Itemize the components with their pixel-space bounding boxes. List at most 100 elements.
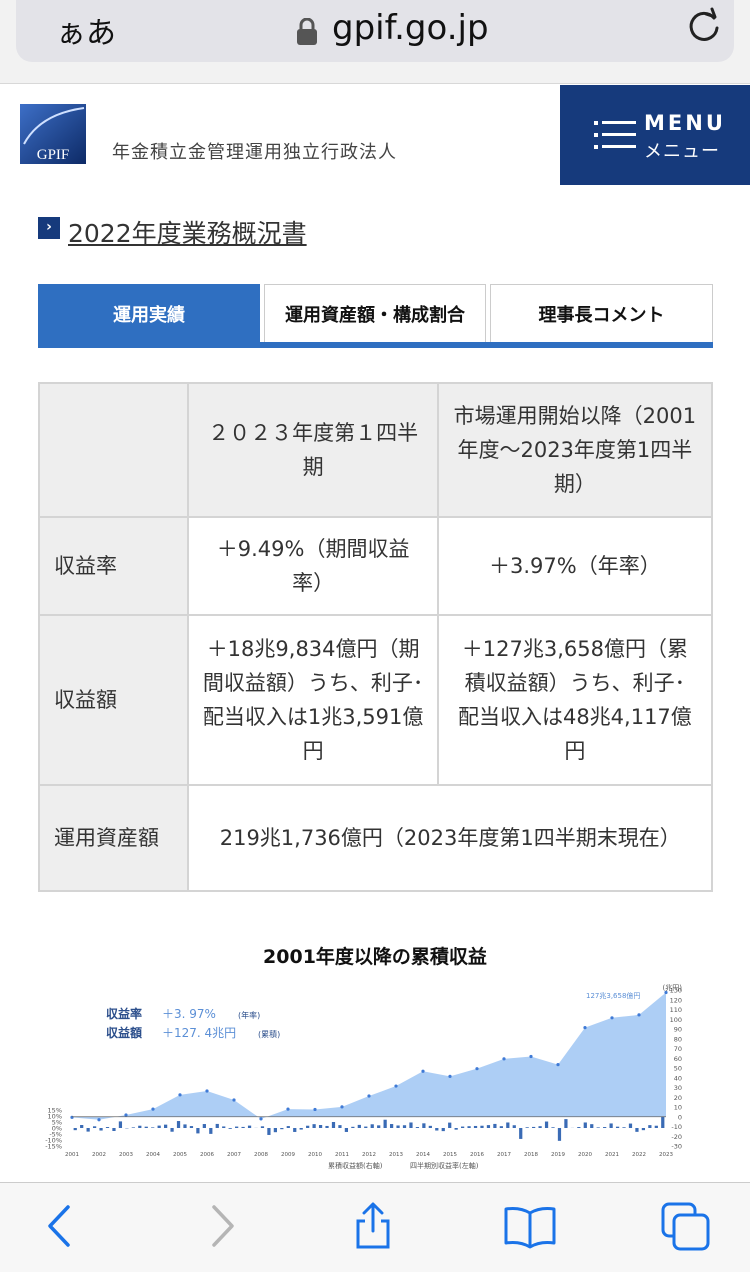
quarterly-return-bar [151, 1127, 155, 1128]
quarterly-return-bar [506, 1122, 510, 1128]
url-text: gpif.go.jp [332, 8, 489, 48]
quarterly-return-bar [280, 1128, 284, 1130]
legend-cumulative: 累積収益額(右軸) [328, 1161, 383, 1170]
x-tick-label: 2013 [389, 1152, 403, 1158]
quarterly-return-bar [325, 1125, 329, 1128]
x-tick-label: 2010 [308, 1152, 322, 1158]
quarterly-return-bar [499, 1126, 503, 1128]
quarterly-return-bar [235, 1126, 239, 1128]
assets-value: 219兆1,736億円（2023年度第1四半期末現在） [187, 784, 713, 892]
gpif-logo[interactable]: GPIF [20, 104, 86, 164]
x-tick-label: 2016 [470, 1152, 484, 1158]
quarterly-return-bar [157, 1125, 161, 1128]
menu-button[interactable]: MENU メニュー [560, 85, 750, 185]
return-amount-cumulative: ＋127兆3,658億円（累積収益額）うち、利子･配当収入は48兆4,117億円 [436, 614, 714, 786]
x-tick-label: 2007 [227, 1152, 241, 1158]
chevron-right-icon: › [38, 217, 60, 239]
quarterly-return-bar [273, 1128, 277, 1133]
quarterly-return-bar [377, 1125, 381, 1128]
quarterly-return-bar [312, 1124, 316, 1128]
reader-options-button[interactable]: ぁあ [56, 8, 116, 52]
table-row: 収益率 ＋9.49%（期間収益率） ＋3.97%（年率） [37, 516, 714, 616]
chart-title: 2001年度以降の累積収益 [263, 946, 487, 968]
back-icon[interactable] [36, 1201, 86, 1251]
org-name: 年金積立金管理運用独立行政法人 [112, 142, 397, 163]
quarterly-return-bar [538, 1126, 542, 1128]
quarterly-return-bar [196, 1128, 200, 1134]
return-rate-q1: ＋9.49%（期間収益率） [187, 516, 439, 616]
share-icon[interactable] [348, 1201, 398, 1251]
url-display[interactable]: gpif.go.jp [296, 8, 489, 48]
x-tick-label: 2020 [578, 1152, 592, 1158]
quarterly-return-bar [396, 1125, 400, 1128]
quarterly-return-bar [409, 1122, 413, 1128]
cumulative-point [421, 1069, 425, 1073]
quarterly-return-bar [461, 1126, 465, 1128]
quarterly-return-bar [164, 1124, 168, 1128]
chart-svg: 1301201101009080706050403020100-10-20-30… [45, 983, 682, 1170]
quarterly-return-bar [331, 1122, 336, 1128]
table-row: 収益額 ＋18兆9,834億円（期間収益額）うち、利子･配当収入は1兆3,591… [37, 614, 714, 786]
quarterly-return-bar [467, 1126, 471, 1128]
quarterly-return-bar [628, 1123, 633, 1128]
tab-performance[interactable]: 運用実績 [38, 284, 260, 342]
bookmarks-icon[interactable] [502, 1201, 556, 1251]
row-label-assets: 運用資産額 [37, 784, 190, 892]
quarterly-return-bar [370, 1124, 374, 1128]
quarterly-return-bar [441, 1128, 445, 1132]
address-bar[interactable]: ぁあ gpif.go.jp [16, 0, 734, 62]
quarterly-return-bar [525, 1127, 529, 1128]
right-tick-label: 10 [674, 1104, 682, 1112]
quarterly-return-bar [635, 1128, 639, 1132]
cumulative-point [205, 1089, 209, 1093]
quarterly-return-bar [215, 1123, 219, 1128]
summary-amount-value: ＋127. 4兆円 [162, 1026, 236, 1040]
menu-label-en: MENU [644, 111, 726, 135]
tab-assets[interactable]: 運用資産額・構成割合 [264, 284, 486, 342]
quarterly-return-bar [364, 1126, 368, 1128]
quarterly-return-bar [544, 1121, 549, 1128]
x-tick-label: 2022 [632, 1152, 646, 1158]
quarterly-return-bar [615, 1126, 620, 1128]
cumulative-point [259, 1117, 263, 1121]
browser-top-bar: ぁあ gpif.go.jp [0, 0, 750, 84]
forward-icon[interactable] [196, 1201, 246, 1251]
quarterly-return-bar [118, 1121, 123, 1128]
quarterly-return-bar [661, 1116, 665, 1128]
left-tick-label: -15% [45, 1143, 62, 1151]
quarterly-return-bar [131, 1127, 135, 1128]
quarterly-return-bar [422, 1123, 426, 1128]
quarterly-return-bar [73, 1128, 77, 1131]
cumulative-point [232, 1098, 236, 1102]
quarterly-return-bar [144, 1126, 148, 1128]
cumulative-point [124, 1113, 128, 1117]
reload-icon[interactable] [684, 6, 724, 46]
x-tick-label: 2018 [524, 1152, 538, 1158]
table-header-since-2001: 市場運用開始以降（2001年度～2023年度第1四半期） [436, 382, 714, 518]
quarterly-return-bar [557, 1128, 562, 1141]
summary-amount-label: 収益額 [106, 1025, 142, 1040]
quarterly-return-bar [590, 1124, 594, 1128]
quarterly-return-bar [603, 1127, 607, 1128]
page-title[interactable]: 2022年度業務概況書 [68, 214, 307, 250]
quarterly-return-bar [209, 1128, 213, 1134]
table-header-q1: ２０２３年度第１四半期 [187, 382, 439, 518]
right-tick-label: 60 [674, 1055, 682, 1063]
quarterly-return-bar [357, 1124, 361, 1128]
results-table: ２０２３年度第１四半期 市場運用開始以降（2001年度～2023年度第1四半期）… [37, 382, 714, 892]
cumulative-point [637, 1013, 641, 1017]
return-amount-q1: ＋18兆9,834億円（期間収益額）うち、利子･配当収入は1兆3,591億円 [187, 614, 439, 786]
tabs-icon[interactable] [660, 1201, 710, 1251]
cumulative-point [556, 1062, 560, 1067]
quarterly-return-bar [609, 1123, 613, 1128]
quarterly-return-bar [299, 1128, 303, 1130]
quarterly-return-bar [351, 1126, 355, 1128]
cumulative-point [178, 1093, 182, 1097]
table-header-row: ２０２３年度第１四半期 市場運用開始以降（2001年度～2023年度第1四半期） [37, 382, 714, 518]
quarterly-return-bar [519, 1128, 523, 1139]
quarterly-return-bar [473, 1125, 478, 1128]
x-tick-label: 2004 [146, 1152, 160, 1158]
tab-president-comment[interactable]: 理事長コメント [490, 284, 713, 342]
cumulative-point [286, 1107, 290, 1111]
x-tick-label: 2012 [362, 1152, 376, 1158]
